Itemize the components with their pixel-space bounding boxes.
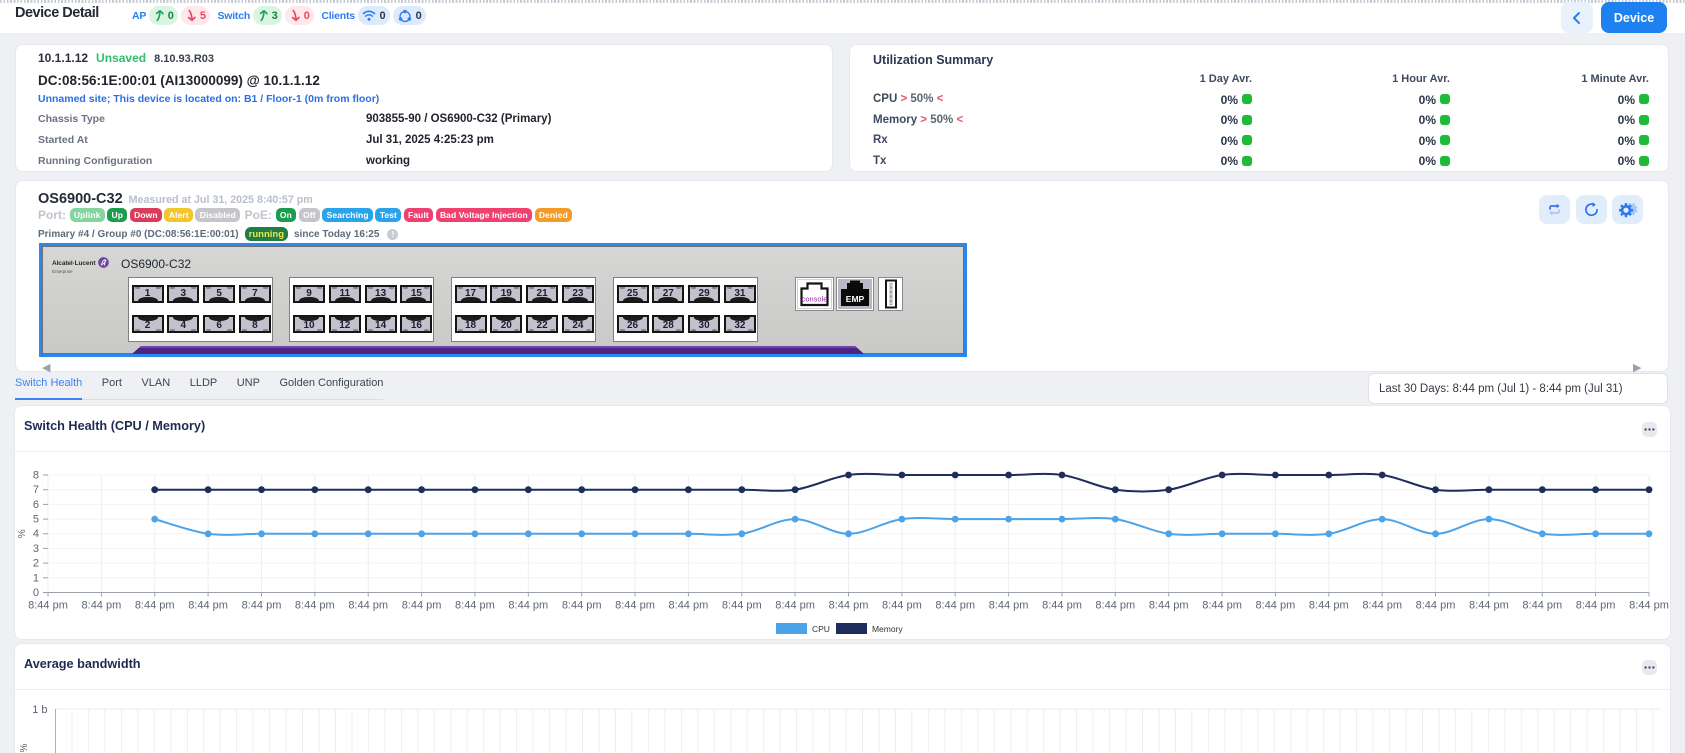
svg-text:8:44 pm: 8:44 pm — [1149, 600, 1189, 612]
svg-text:8:44 pm: 8:44 pm — [1256, 600, 1296, 612]
svg-text:8:44 pm: 8:44 pm — [242, 600, 282, 612]
svg-text:3: 3 — [33, 543, 39, 555]
svg-text:8:44 pm: 8:44 pm — [1629, 600, 1669, 612]
svg-text:8:44 pm: 8:44 pm — [722, 600, 762, 612]
svg-text:0: 0 — [33, 587, 39, 599]
svg-text:8:44 pm: 8:44 pm — [669, 600, 709, 612]
svg-text:8:44 pm: 8:44 pm — [935, 600, 975, 612]
svg-text:8:44 pm: 8:44 pm — [1576, 600, 1616, 612]
svg-text:8:44 pm: 8:44 pm — [989, 600, 1029, 612]
svg-text:8: 8 — [33, 470, 39, 482]
svg-text:8:44 pm: 8:44 pm — [829, 600, 869, 612]
svg-text:8:44 pm: 8:44 pm — [1309, 600, 1349, 612]
svg-text:8:44 pm: 8:44 pm — [135, 600, 175, 612]
svg-text:%: % — [19, 743, 30, 752]
svg-text:6: 6 — [33, 499, 39, 511]
svg-text:8:44 pm: 8:44 pm — [508, 600, 548, 612]
svg-text:8:44 pm: 8:44 pm — [882, 600, 922, 612]
svg-text:8:44 pm: 8:44 pm — [1202, 600, 1242, 612]
svg-text:8:44 pm: 8:44 pm — [455, 600, 495, 612]
svg-text:5: 5 — [33, 514, 39, 526]
svg-text:2: 2 — [33, 558, 39, 570]
svg-text:7: 7 — [33, 484, 39, 496]
svg-text:EMP: EMP — [845, 294, 864, 304]
svg-text:8:44 pm: 8:44 pm — [82, 600, 122, 612]
svg-text:8:44 pm: 8:44 pm — [1522, 600, 1562, 612]
svg-text:1 b: 1 b — [32, 704, 47, 716]
svg-text:8:44 pm: 8:44 pm — [562, 600, 602, 612]
svg-text:%: % — [17, 529, 28, 538]
svg-text:1: 1 — [33, 572, 39, 584]
svg-text:8:44 pm: 8:44 pm — [402, 600, 442, 612]
svg-text:8:44 pm: 8:44 pm — [1469, 600, 1509, 612]
svg-text:8:44 pm: 8:44 pm — [615, 600, 655, 612]
svg-text:console: console — [802, 295, 828, 304]
svg-text:8:44 pm: 8:44 pm — [1042, 600, 1082, 612]
svg-text:8:44 pm: 8:44 pm — [1416, 600, 1456, 612]
svg-text:8:44 pm: 8:44 pm — [1095, 600, 1135, 612]
svg-text:8:44 pm: 8:44 pm — [295, 600, 335, 612]
svg-text:8:44 pm: 8:44 pm — [348, 600, 388, 612]
svg-text:8:44 pm: 8:44 pm — [28, 600, 68, 612]
svg-text:8:44 pm: 8:44 pm — [188, 600, 228, 612]
svg-text:4: 4 — [33, 528, 39, 540]
svg-text:8:44 pm: 8:44 pm — [1362, 600, 1402, 612]
svg-text:8:44 pm: 8:44 pm — [775, 600, 815, 612]
